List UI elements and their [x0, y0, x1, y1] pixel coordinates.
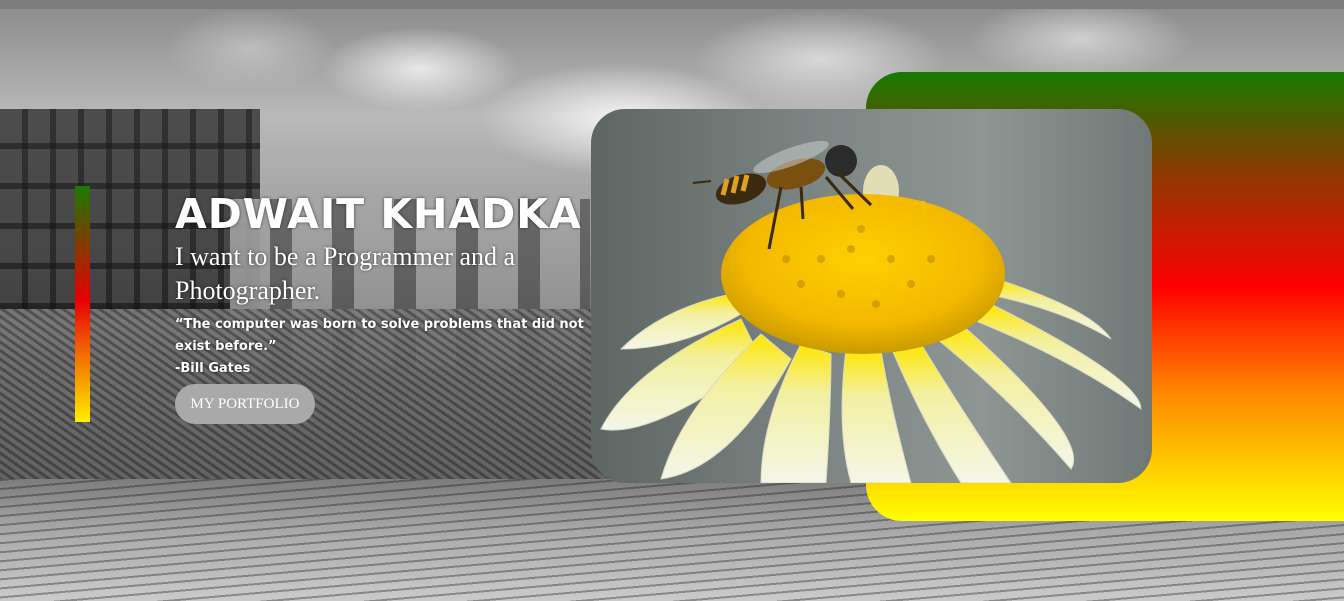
home-page: ADWAIT KHADKA I want to be a Programmer … [0, 0, 1344, 601]
hero-name: ADWAIT KHADKA [175, 190, 582, 238]
my-portfolio-button[interactable]: MY PORTFOLIO [175, 384, 315, 424]
hero-quote-author: -Bill Gates [175, 361, 251, 376]
hero-quote: “The computer was born to solve problems… [175, 317, 584, 354]
top-strip [0, 0, 1344, 9]
hero-tagline: I want to be a Programmer and a Photogra… [175, 242, 516, 305]
featured-photo [591, 109, 1152, 483]
hero-text-block: ADWAIT KHADKA I want to be a Programmer … [175, 188, 595, 380]
bee-on-flower-illustration [600, 140, 1142, 483]
gradient-accent-bar [75, 186, 90, 422]
